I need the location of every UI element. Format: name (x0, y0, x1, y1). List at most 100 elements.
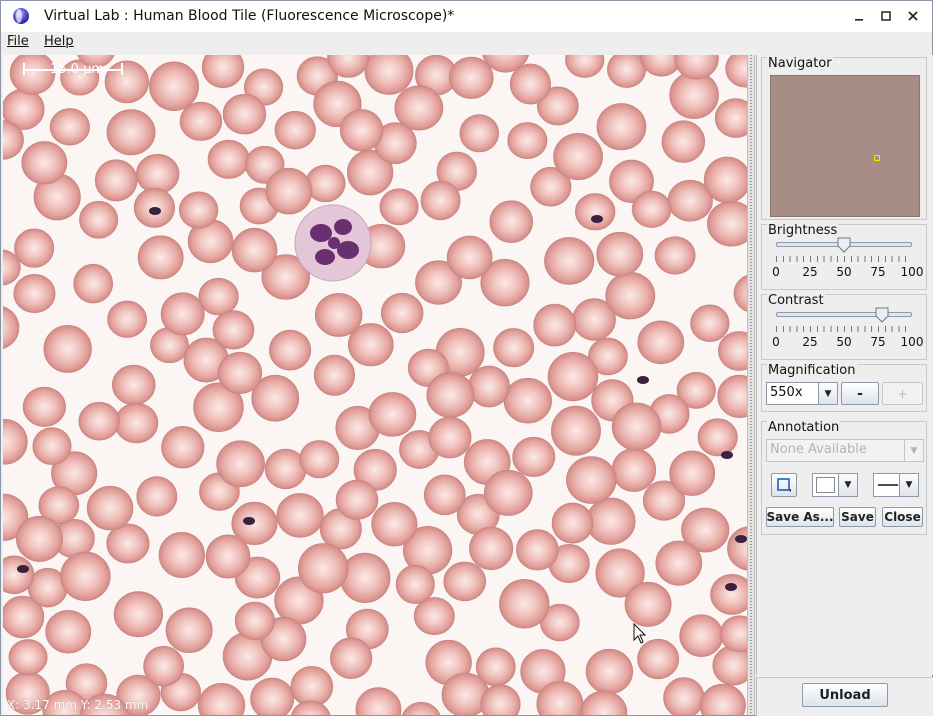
maximize-icon[interactable] (876, 6, 896, 26)
red-blood-cell (565, 55, 605, 78)
red-blood-cell (179, 101, 223, 141)
red-blood-cell (158, 531, 205, 578)
red-blood-cell (446, 235, 493, 280)
save-as-button[interactable]: Save As... (766, 507, 834, 527)
platelet (591, 215, 603, 223)
red-blood-cell (197, 683, 246, 715)
magnification-select[interactable]: 550x ▼ (766, 382, 838, 405)
menu-help[interactable]: Help (44, 34, 74, 49)
magnification-title: Magnification (767, 363, 857, 378)
red-blood-cell (347, 323, 394, 367)
red-blood-cell (364, 55, 414, 95)
contrast-tick-75: 75 (870, 335, 886, 349)
red-blood-cell (574, 193, 616, 231)
annotation-select[interactable]: None Available ▼ (766, 439, 924, 462)
scale-label: 15.0 μm (50, 62, 105, 77)
contrast-slider-thumb[interactable] (875, 307, 889, 323)
red-blood-cell (459, 114, 500, 153)
red-blood-cell (201, 55, 245, 89)
red-blood-cell (661, 120, 706, 163)
brightness-slider-thumb[interactable] (837, 237, 851, 253)
red-blood-cell (269, 329, 312, 371)
nucleus-lobe (328, 237, 340, 249)
red-blood-cell (489, 200, 534, 243)
red-blood-cell (468, 365, 510, 408)
menu-help-label: Help (44, 34, 74, 49)
splitter-grip (750, 55, 752, 715)
magnification-group: Magnification 550x ▼ - + (761, 363, 927, 412)
red-blood-cell (222, 93, 267, 135)
red-blood-cell (690, 304, 730, 342)
microscope-view[interactable]: 15.0 μm X: 3.17 mm Y: 2.53 mm (3, 55, 747, 715)
red-blood-cell (160, 292, 205, 336)
red-blood-cell (428, 416, 472, 459)
color-swatch (816, 477, 835, 493)
blood-cells-image (3, 55, 747, 715)
contrast-tick-0: 0 (772, 335, 780, 349)
red-blood-cell (663, 677, 705, 715)
coordinates-readout: X: 3.17 mm Y: 2.53 mm (7, 698, 149, 712)
red-blood-cell (106, 109, 156, 156)
app-logo-icon (13, 8, 29, 24)
red-blood-cell (725, 55, 747, 88)
menu-file[interactable]: File (7, 34, 29, 49)
red-blood-cell (733, 275, 747, 312)
window-title: Virtual Lab : Human Blood Tile (Fluoresc… (44, 8, 455, 24)
red-blood-cell (654, 236, 696, 275)
panel-splitter[interactable] (747, 55, 755, 715)
zoom-in-button[interactable]: + (882, 382, 923, 405)
shape-tool-button[interactable] (771, 473, 797, 497)
platelet (735, 535, 747, 543)
red-blood-cell (3, 418, 28, 465)
line-style-icon (878, 484, 898, 486)
red-blood-cell (161, 425, 205, 469)
red-blood-cell (707, 200, 747, 247)
save-button[interactable]: Save (839, 507, 876, 527)
navigator-view-marker[interactable] (874, 155, 880, 161)
chevron-down-icon[interactable]: ▼ (838, 474, 857, 496)
menu-file-label: File (7, 34, 29, 49)
red-blood-cell (624, 581, 672, 627)
red-blood-cell (16, 515, 63, 562)
red-blood-cell (611, 447, 657, 492)
navigator-title: Navigator (767, 56, 833, 71)
unload-button[interactable]: Unload (802, 683, 888, 707)
close-button[interactable]: Close (882, 507, 923, 527)
red-blood-cell (9, 55, 56, 95)
red-blood-cell (679, 614, 724, 657)
magnification-value: 550x (770, 385, 803, 400)
platelet (149, 207, 161, 215)
title-bar: Virtual Lab : Human Blood Tile (Fluoresc… (1, 1, 932, 32)
red-blood-cell (566, 456, 617, 504)
chevron-down-icon[interactable]: ▼ (904, 440, 923, 461)
brightness-tick-75: 75 (870, 265, 886, 279)
annotation-value: None Available (770, 442, 867, 457)
line-style-select[interactable]: ▼ (873, 473, 919, 497)
platelet (243, 517, 255, 525)
contrast-ticks (776, 326, 912, 332)
chevron-down-icon[interactable]: ▼ (899, 474, 918, 496)
zoom-out-button[interactable]: - (841, 382, 879, 405)
red-blood-cell (3, 306, 20, 349)
platelet (17, 565, 29, 573)
contrast-track[interactable] (776, 312, 912, 317)
navigator-thumbnail[interactable] (770, 75, 920, 217)
red-blood-cell (655, 540, 703, 586)
red-blood-cell (43, 324, 92, 373)
minimize-icon[interactable] (849, 6, 869, 26)
red-blood-cell (727, 526, 747, 571)
control-panel: Navigator Brightness 0 25 50 75 100 Cont… (756, 55, 933, 675)
chevron-down-icon[interactable]: ▼ (818, 383, 837, 404)
red-blood-cell (493, 328, 535, 368)
annotation-color-select[interactable]: ▼ (812, 473, 858, 497)
red-blood-cell (149, 61, 199, 111)
red-blood-cell (426, 372, 475, 418)
red-blood-cell (21, 141, 68, 185)
red-blood-cell (631, 190, 672, 228)
close-icon[interactable] (903, 6, 923, 26)
red-blood-cell (205, 534, 251, 579)
red-blood-cell (276, 493, 324, 538)
red-blood-cell (339, 552, 391, 603)
red-blood-cell (637, 320, 685, 365)
red-blood-cell (111, 364, 156, 406)
